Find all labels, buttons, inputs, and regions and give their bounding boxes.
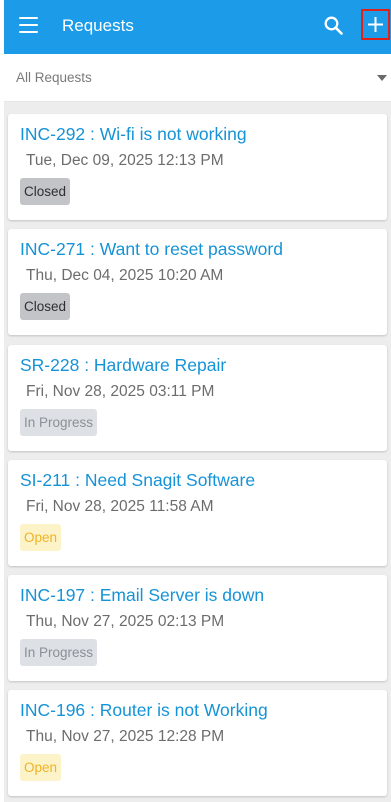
page-title: Requests — [62, 16, 134, 35]
request-title[interactable]: SI-211 : Need Snagit Software — [20, 469, 255, 491]
request-title[interactable]: INC-196 : Router is not Working — [20, 699, 268, 721]
request-date: Thu, Nov 27, 2025 12:28 PM — [26, 728, 225, 745]
request-date: Fri, Nov 28, 2025 03:11 PM — [26, 383, 215, 400]
request-card[interactable]: SI-211 : Need Snagit Software Fri, Nov 2… — [8, 460, 387, 566]
status-badge: Open — [20, 524, 62, 551]
request-title[interactable]: INC-197 : Email Server is down — [20, 584, 264, 606]
status-badge: Open — [20, 754, 62, 781]
request-title[interactable]: INC-271 : Want to reset password — [20, 238, 283, 260]
request-card[interactable]: INC-197 : Email Server is down Thu, Nov … — [8, 575, 387, 681]
request-card[interactable]: SR-228 : Hardware Repair Fri, Nov 28, 20… — [8, 345, 387, 451]
left-edge — [0, 0, 4, 802]
request-title[interactable]: SR-228 : Hardware Repair — [20, 354, 226, 376]
request-date: Fri, Nov 28, 2025 11:58 AM — [26, 498, 214, 515]
request-list: INC-292 : Wi-fi is not working Tue, Dec … — [4, 102, 391, 802]
search-icon[interactable] — [323, 15, 345, 37]
app-bar: Requests — [4, 0, 391, 54]
request-date: Tue, Dec 09, 2025 12:13 PM — [26, 152, 224, 169]
plus-icon — [368, 17, 383, 32]
menu-icon[interactable] — [19, 17, 38, 34]
request-filter-dropdown[interactable]: All Requests — [4, 54, 391, 102]
chevron-down-icon — [377, 75, 387, 81]
request-date: Thu, Nov 27, 2025 02:13 PM — [26, 613, 225, 630]
status-badge: In Progress — [20, 409, 98, 436]
filter-selected-value: All Requests — [16, 70, 92, 85]
request-card[interactable]: INC-292 : Wi-fi is not working Tue, Dec … — [8, 114, 387, 220]
request-card[interactable]: INC-196 : Router is not Working Thu, Nov… — [8, 690, 387, 796]
request-date: Thu, Dec 04, 2025 10:20 AM — [26, 267, 224, 284]
status-badge: In Progress — [20, 639, 98, 666]
request-card[interactable]: INC-271 : Want to reset password Thu, De… — [8, 229, 387, 335]
status-badge: Closed — [20, 178, 71, 205]
add-request-button[interactable] — [361, 9, 390, 40]
request-title[interactable]: INC-292 : Wi-fi is not working — [20, 123, 247, 145]
status-badge: Closed — [20, 293, 71, 320]
